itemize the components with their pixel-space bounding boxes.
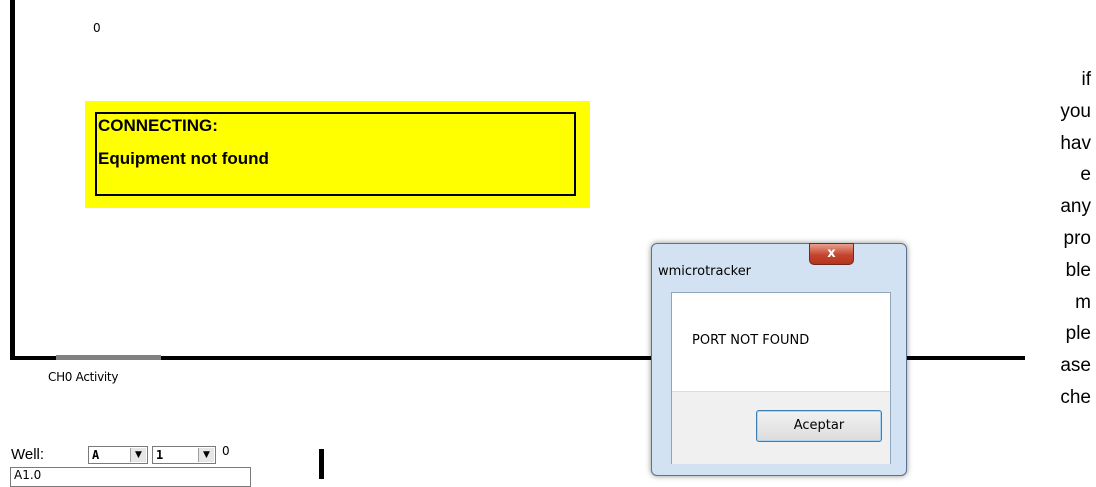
dialog-title: wmicrotracker (658, 264, 752, 279)
well-label: Well: (11, 446, 45, 463)
close-icon: x (827, 246, 836, 261)
chart-y-axis (10, 0, 15, 360)
status-title: CONNECTING: (98, 116, 218, 135)
chart-x-axis-right-segment (905, 356, 1025, 360)
second-chart-y-axis (319, 449, 324, 479)
side-text-line: ble (1065, 259, 1091, 281)
chevron-down-icon[interactable]: ▼ (198, 448, 214, 462)
channel-label: CH0 Activity (48, 370, 119, 384)
connection-status-box: CONNECTING: Equipment not found (85, 101, 590, 208)
well-count: 0 (222, 444, 230, 458)
side-text-line: ase (1060, 355, 1091, 377)
well-column-select[interactable]: 1 ▼ (152, 446, 216, 464)
side-text-line: if (1081, 69, 1092, 90)
chevron-down-icon[interactable]: ▼ (130, 448, 146, 462)
side-text-line: any (1060, 196, 1091, 218)
side-text-line: che (1060, 386, 1091, 408)
dialog-body: PORT NOT FOUND Aceptar (671, 292, 891, 464)
dialog-message: PORT NOT FOUND (692, 333, 810, 348)
side-text-line: e (1080, 164, 1091, 186)
status-message: Equipment not found (98, 149, 269, 168)
side-text-line: m (1075, 291, 1091, 313)
chart-zero-label: 0 (93, 21, 101, 35)
well-row-select[interactable]: A ▼ (88, 446, 148, 464)
side-text-line: you (1060, 100, 1091, 122)
well-row-value: A (92, 448, 100, 462)
well-list-item[interactable]: A1.0 (10, 467, 251, 487)
well-column-value: 1 (156, 448, 164, 462)
dialog-footer: Aceptar (672, 391, 890, 464)
close-button[interactable]: x (809, 243, 854, 265)
ok-button[interactable]: Aceptar (756, 410, 882, 442)
side-help-text: if you hav e any pro ble m ple ase che (1015, 64, 1095, 414)
side-text-line: ple (1065, 323, 1091, 345)
ch0-activity-bar (56, 355, 161, 360)
message-dialog: wmicrotracker x PORT NOT FOUND Aceptar (651, 243, 907, 476)
side-text-line: pro (1063, 227, 1091, 249)
side-text-line: hav (1060, 132, 1091, 154)
